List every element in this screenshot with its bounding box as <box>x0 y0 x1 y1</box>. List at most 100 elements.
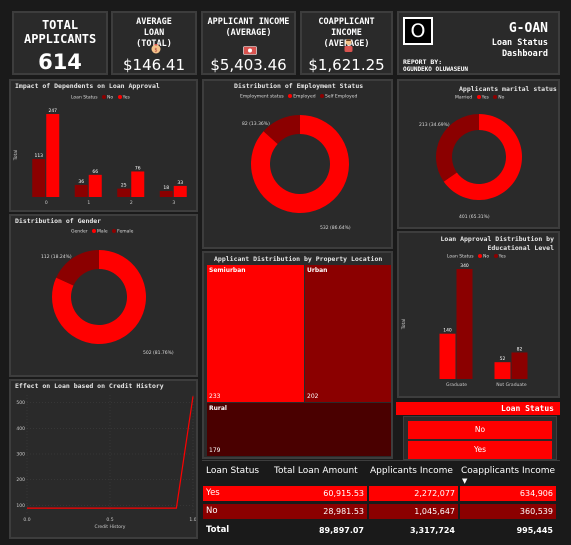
dependents-chart-legend: Loan Status No Yes <box>71 95 130 101</box>
person-icon <box>342 38 355 53</box>
data-label: 82 (13.36%) <box>242 121 270 127</box>
bar <box>511 352 528 379</box>
employment-chart-panel: Distribution of Employment Status Employ… <box>202 79 393 249</box>
data-label: 247 <box>48 108 57 114</box>
treemap-tile-rural[interactable]: Rural 179 <box>207 403 391 456</box>
slicer-option-no[interactable]: No <box>408 421 552 439</box>
table-header-coapplicants-income[interactable]: Coapplicants Income <box>461 466 555 476</box>
report-by-label: REPORT BY: <box>403 58 443 66</box>
kpi-coapplicant-income-value: $1,621.25 <box>308 56 385 74</box>
logo: O <box>403 17 433 45</box>
cash-icon <box>243 41 257 55</box>
table-cell: 2,272,077 <box>369 486 458 501</box>
kpi-average-loan: AVERAGE LOAN (TOTAL) $ $146.41 <box>111 11 197 75</box>
slicer-title: Loan Status <box>501 404 554 413</box>
y-tick-label: 100 <box>16 503 25 509</box>
kpi-applicant-income-title: APPLICANT INCOME (AVERAGE) <box>207 17 290 38</box>
legend-item-no: No <box>107 95 114 101</box>
bar <box>74 184 88 197</box>
bar <box>159 190 173 197</box>
bar <box>46 114 60 197</box>
marital-chart-panel: Applicants marital status Married Yes No… <box>397 79 560 229</box>
y-axis-label: Total <box>401 319 407 331</box>
data-label: 36 <box>78 179 84 185</box>
report-author: OGUNDEKO OLUWASEUN <box>403 66 469 73</box>
x-tick-label: 1.0 <box>189 517 196 523</box>
treemap-value: 179 <box>209 447 221 454</box>
treemap-tile-semiurban[interactable]: Semiurban 233 <box>207 265 304 402</box>
education-chart-title: Loan Approval Distribution by Educationa… <box>440 235 555 252</box>
credit-chart-title: Effect on Loan based on Credit History <box>15 382 164 390</box>
y-axis-label: Total <box>13 150 19 162</box>
treemap-label: Urban <box>307 267 328 274</box>
x-tick-label: Not Graduate <box>496 382 527 388</box>
table-cell: 634,906 <box>460 486 556 501</box>
education-chart-panel: Loan Approval Distribution by Educationa… <box>397 231 560 398</box>
bar <box>88 174 102 197</box>
bar <box>32 159 46 197</box>
x-axis-label: Credit History <box>95 524 126 530</box>
data-label: 33 <box>177 180 183 186</box>
data-label: 82 <box>517 346 523 352</box>
loan-status-slicer: Loan Status <box>396 402 560 415</box>
dependents-bar-chart: Total 1132470366612576218333 <box>13 108 187 206</box>
x-tick-label: 0.5 <box>106 517 113 523</box>
property-chart-panel: Applicant Distribution by Property Locat… <box>202 251 393 459</box>
slicer-option-yes[interactable]: Yes <box>408 441 552 459</box>
treemap-tile-urban[interactable]: Urban 202 <box>305 265 391 402</box>
table-cell: 60,915.53 <box>323 489 364 498</box>
kpi-applicant-income-value: $5,403.46 <box>210 56 287 74</box>
table-header-total-loan[interactable]: Total Loan Amount <box>274 466 358 476</box>
employment-donut-chart: 532 (86.64%) 82 (13.36%) <box>242 115 351 231</box>
marital-chart-title: Applicants marital status <box>459 85 557 93</box>
x-tick-label: 3 <box>172 200 175 206</box>
data-label: 52 <box>500 356 506 362</box>
y-tick-label: 400 <box>16 426 25 432</box>
dependents-chart-title: Impact of Dependents on Loan Approval <box>15 82 160 90</box>
credit-line-chart: 100 200 300 400 500 0.0 0.5 1.0 Credit History <box>16 395 196 530</box>
sort-desc-icon[interactable]: ▼ <box>462 477 467 485</box>
x-tick-label: Graduate <box>446 382 467 388</box>
kpi-average-loan-value: $146.41 <box>122 56 186 74</box>
education-bar-chart: Total 140 340 Graduate 52 82 Not Graduate <box>401 263 528 388</box>
x-tick-label: 1 <box>87 200 90 206</box>
bar <box>456 269 473 379</box>
legend-item-yes: Yes <box>122 95 130 101</box>
brand-subtitle-2: Dashboard <box>501 49 548 59</box>
data-label: 113 <box>34 153 43 159</box>
logo-letter: O <box>405 19 431 43</box>
kpi-total-applicants: TOTAL APPLICANTS 614 <box>12 11 108 75</box>
y-tick-label: 500 <box>16 400 25 406</box>
y-tick-label: 300 <box>16 452 25 458</box>
data-label: 18 <box>163 185 169 191</box>
bar <box>131 171 145 197</box>
property-chart-title: Applicant Distribution by Property Locat… <box>214 255 383 263</box>
kpi-coapplicant-income: COAPPLICANT INCOME (AVERAGE) $1,621.25 <box>300 11 393 75</box>
employment-chart-title: Distribution of Employment Status <box>234 82 364 90</box>
data-label: 112 (18.24%) <box>41 254 72 260</box>
gender-chart-title: Distribution of Gender <box>15 217 102 225</box>
table-cell: 995,445 <box>516 526 553 535</box>
kpi-total-applicants-title: TOTAL APPLICANTS <box>24 18 97 46</box>
table-header-applicants-income[interactable]: Applicants Income <box>370 466 453 476</box>
data-label: 25 <box>121 183 127 189</box>
treemap-label: Rural <box>209 405 227 412</box>
gender-donut-chart: 502 (81.76%) 112 (18.24%) <box>41 250 174 356</box>
table-cell: 1,045,647 <box>369 504 458 519</box>
treemap-value: 233 <box>209 393 221 400</box>
bar <box>173 185 187 197</box>
x-tick-label: 2 <box>130 200 133 206</box>
data-label: 66 <box>92 169 98 175</box>
table-cell: 3,317,724 <box>409 526 455 535</box>
dependents-chart-panel: Impact of Dependents on Loan Approval Lo… <box>9 79 198 212</box>
table-cell: 28,981.53 <box>323 507 364 516</box>
data-label: 532 (86.64%) <box>320 225 351 231</box>
table-header-loan-status[interactable]: Loan Status <box>206 466 259 476</box>
brand-subtitle-1: Loan Status <box>491 38 548 48</box>
kpi-total-applicants-value: 614 <box>38 50 82 74</box>
x-tick-label: 0 <box>45 200 48 206</box>
data-label: 502 (81.76%) <box>143 350 174 356</box>
data-label: 76 <box>135 165 141 171</box>
credit-chart-panel: Effect on Loan based on Credit History 1… <box>9 379 198 539</box>
svg-text:$: $ <box>154 47 157 53</box>
